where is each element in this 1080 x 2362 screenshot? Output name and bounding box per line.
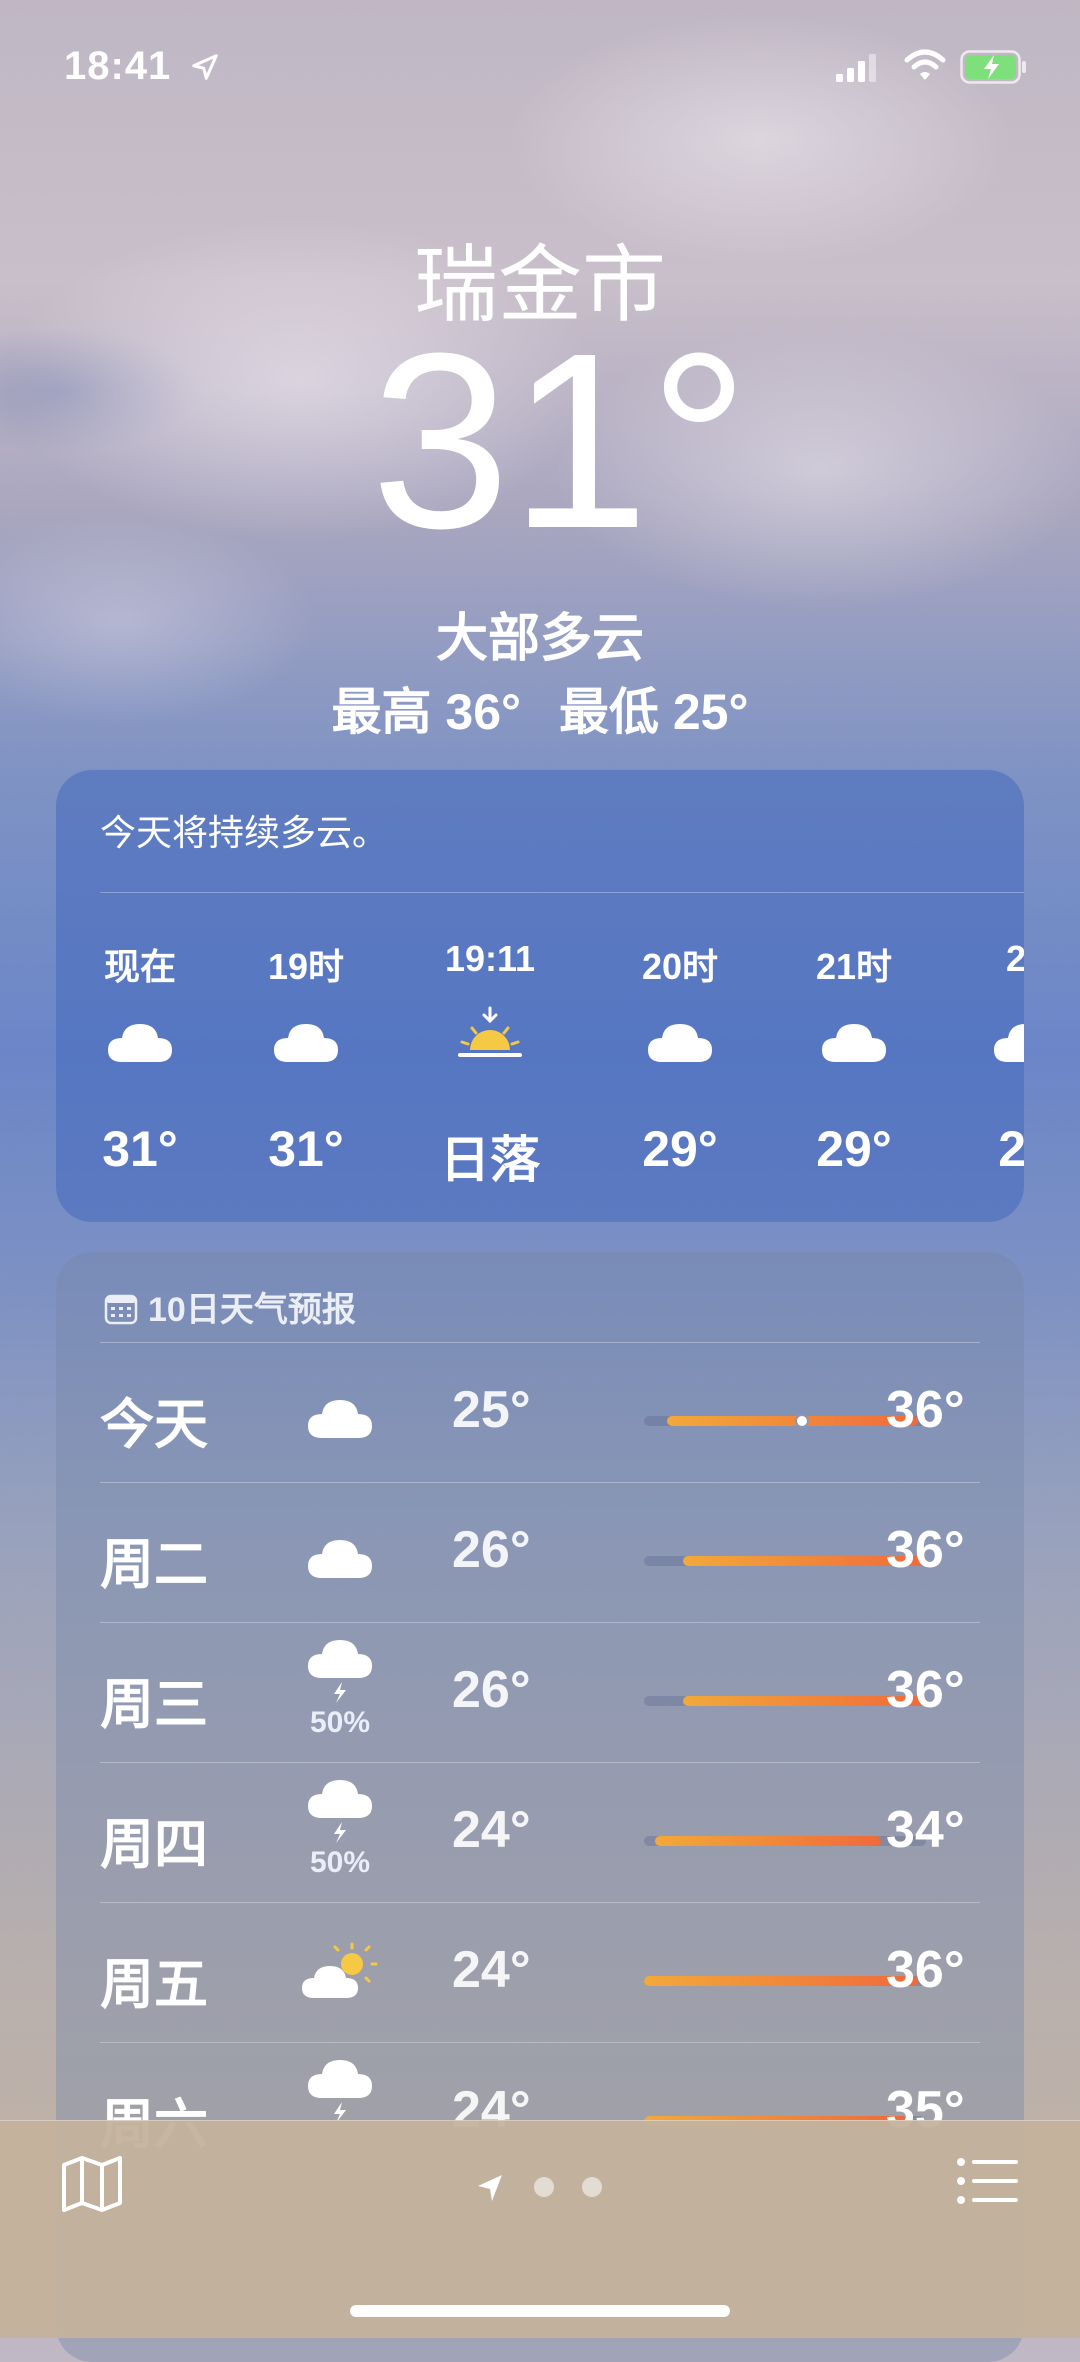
partly-sunny-icon <box>302 1942 378 1998</box>
cloud-icon <box>994 1024 1024 1062</box>
cloud-icon <box>822 1024 886 1062</box>
day-low-temp: 25° <box>452 1381 531 1439</box>
hourly-forecast-card[interactable]: 今天将持续多云。 现在 31° 19时 31° 19:11 日落 20时 29°… <box>56 770 1024 1222</box>
daily-row[interactable]: 周四 50% 24° 34° <box>100 1762 980 1902</box>
page-indicator[interactable] <box>474 2169 606 2210</box>
day-high-temp: 36° <box>886 1521 965 1579</box>
sunset-icon <box>458 1006 522 1057</box>
map-icon[interactable] <box>60 2155 124 2213</box>
hour-label: 20时 <box>641 946 719 987</box>
home-indicator <box>350 2305 730 2317</box>
location-arrow-icon <box>192 54 218 80</box>
bottom-toolbar <box>0 2120 1080 2338</box>
hour-temperature: 29° <box>816 1121 892 1177</box>
high-temperature: 最高 36° <box>331 684 522 740</box>
hour-temperature: 日落 <box>440 1132 540 1188</box>
hour-temperature: 31° <box>268 1121 344 1177</box>
status-bar: 18:41 <box>0 0 1080 130</box>
current-temperature-dot <box>794 1414 809 1428</box>
low-temperature: 最低 25° <box>558 684 749 740</box>
calendar-icon <box>104 1294 138 1325</box>
hour-label: 19:11 <box>444 938 536 979</box>
day-high-temp: 36° <box>886 1941 965 1999</box>
day-low-temp: 26° <box>452 1661 531 1719</box>
weather-condition: 大部多云 <box>435 610 644 668</box>
temperature-range-fill <box>666 1416 918 1426</box>
temperature-range-bar <box>644 1414 926 1428</box>
day-name: 周四 <box>100 1815 208 1875</box>
cloud-rain-bolt-icon <box>308 2060 372 2123</box>
day-low-temp: 24° <box>452 1941 531 1999</box>
divider <box>100 1902 980 1903</box>
day-high-temp: 36° <box>886 1661 965 1719</box>
cloud-icon <box>308 1540 372 1578</box>
hour-label: 21时 <box>815 946 893 987</box>
daily-header-label: 10日天气预报 <box>148 1291 356 1329</box>
daily-row[interactable]: 周三 50% 26° 36° <box>100 1622 980 1762</box>
list-icon[interactable] <box>956 2157 1020 2205</box>
temperature-range-bar <box>644 1556 926 1566</box>
hourly-summary: 今天将持续多云。 <box>100 812 389 853</box>
hour-temperature: 31° <box>102 1121 178 1177</box>
cloud-rain-bolt-icon <box>308 1640 372 1703</box>
divider <box>100 2042 980 2043</box>
hour-temperature: 28 <box>998 1121 1024 1177</box>
high-low-temperatures: 最高 36° 最低 25° <box>0 672 1080 744</box>
cloud-rain-bolt-icon <box>308 1780 372 1843</box>
daily-row[interactable]: 周二 26° 36° <box>100 1482 980 1622</box>
cloud-icon <box>274 1024 338 1062</box>
wifi-icon <box>904 49 946 80</box>
battery-charging-icon <box>960 50 1026 84</box>
daily-row[interactable]: 周五 24° 36° <box>100 1902 980 2042</box>
temperature-range-fill <box>644 1976 918 1986</box>
day-name: 周三 <box>100 1675 208 1735</box>
day-high-temp: 36° <box>886 1381 965 1439</box>
daily-forecast-header: 10日天气预报 <box>104 1282 356 1331</box>
hour-label: 现在 <box>103 946 176 987</box>
day-name: 周五 <box>100 1955 208 2015</box>
daily-row[interactable]: 今天 25° 36° <box>100 1342 980 1482</box>
current-temperature: 31° <box>370 301 750 580</box>
cellular-signal-icon <box>836 54 876 82</box>
hour-temperature: 29° <box>642 1121 718 1177</box>
temperature-range-bar <box>644 1976 926 1986</box>
divider <box>100 1342 980 1343</box>
hour-label: 19时 <box>267 946 345 987</box>
divider <box>100 892 1024 893</box>
location-arrow-icon <box>478 2175 602 2201</box>
day-low-temp: 26° <box>452 1521 531 1579</box>
cloud-icon <box>308 1400 372 1438</box>
day-name: 周二 <box>100 1535 208 1595</box>
day-name: 今天 <box>100 1395 208 1455</box>
cloud-icon <box>648 1024 712 1062</box>
precipitation-chance: 50% <box>309 1846 371 1879</box>
day-high-temp: 34° <box>886 1801 965 1859</box>
temperature-range-fill <box>655 1836 881 1846</box>
status-time: 18:41 <box>64 44 172 88</box>
temperature-range-bar <box>644 1696 926 1706</box>
hour-label: 22 <box>1005 938 1024 979</box>
divider <box>100 1482 980 1483</box>
precipitation-chance: 50% <box>309 1706 371 1739</box>
day-low-temp: 24° <box>452 1801 531 1859</box>
divider <box>100 1622 980 1623</box>
divider <box>100 1762 980 1763</box>
cloud-icon <box>108 1024 172 1062</box>
temperature-range-bar <box>644 1836 926 1846</box>
